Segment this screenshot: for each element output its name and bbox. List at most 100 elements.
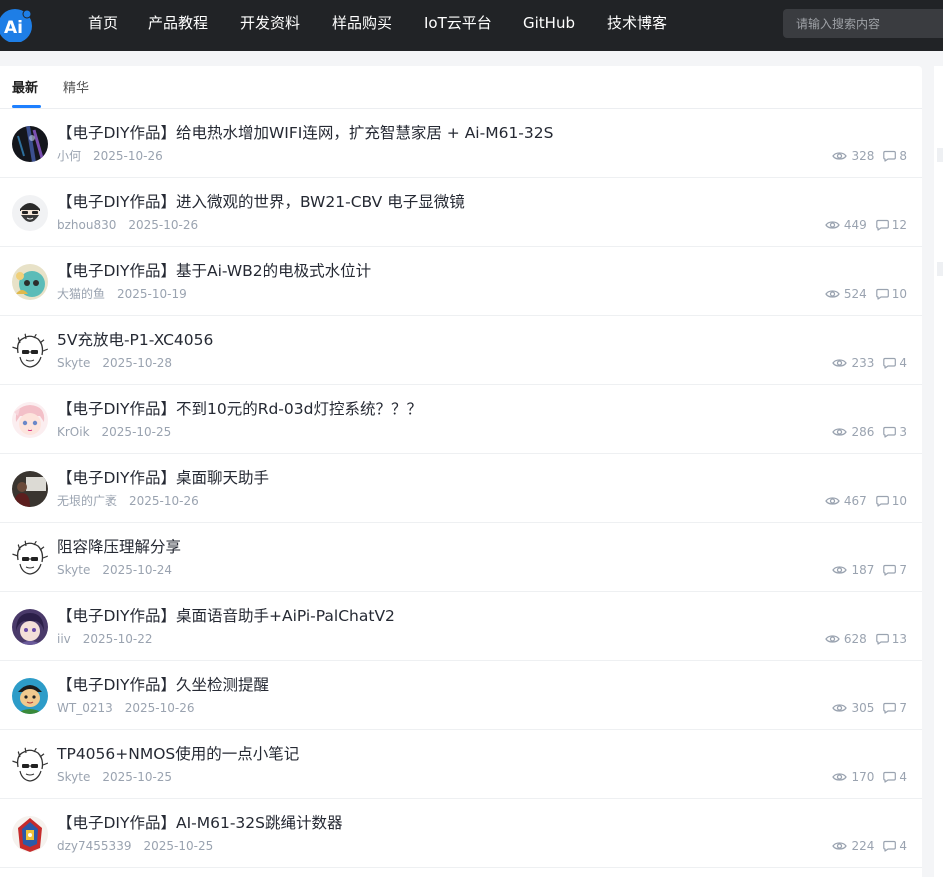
nav-sample-purchase[interactable]: 样品购买 bbox=[332, 13, 392, 33]
avatar-robot-red[interactable] bbox=[12, 816, 48, 852]
post-title[interactable]: 【电子DIY作品】桌面聊天助手 bbox=[57, 467, 269, 489]
post-date: 2025-10-26 bbox=[128, 218, 199, 232]
tab-featured[interactable]: 精华 bbox=[63, 80, 89, 98]
comment-icon bbox=[883, 357, 897, 369]
post-author[interactable]: 无垠的广袤 bbox=[57, 494, 117, 508]
nav-dev-resources[interactable]: 开发资料 bbox=[240, 13, 300, 33]
avatar-green-cartoon[interactable] bbox=[12, 678, 48, 714]
eye-icon bbox=[832, 359, 848, 367]
search-input[interactable] bbox=[783, 9, 943, 38]
post-title[interactable]: 阻容降压理解分享 bbox=[57, 536, 181, 558]
comment-icon bbox=[875, 219, 889, 231]
post-stats: 286 3 bbox=[832, 424, 907, 440]
comment-count: 12 bbox=[875, 217, 907, 233]
nav-home[interactable]: 首页 bbox=[88, 13, 118, 33]
view-count: 328 bbox=[832, 148, 874, 164]
post-date: 2025-10-22 bbox=[82, 632, 153, 646]
post-author[interactable]: 小何 bbox=[57, 149, 81, 163]
post-author[interactable]: KrOik bbox=[57, 425, 90, 439]
avatar-bearded-cartoon[interactable] bbox=[12, 195, 48, 231]
post-meta: WT_0213 2025-10-26 bbox=[57, 700, 194, 716]
post-title[interactable]: TP4056+NMOS使用的一点小笔记 bbox=[57, 743, 299, 765]
post-stats: 449 12 bbox=[825, 217, 907, 233]
post-author[interactable]: bzhou830 bbox=[57, 218, 116, 232]
view-count: 233 bbox=[832, 355, 874, 371]
avatar-sketch-face[interactable] bbox=[12, 747, 48, 783]
post-date: 2025-10-24 bbox=[102, 563, 173, 577]
post-title[interactable]: 【电子DIY作品】久坐检测提醒 bbox=[57, 674, 269, 696]
nav-iot-cloud[interactable]: IoT云平台 bbox=[424, 13, 492, 33]
list-tabs: 最新 精华 bbox=[0, 66, 922, 109]
post-date: 2025-10-25 bbox=[143, 839, 214, 853]
post-row[interactable]: 【电子DIY作品】进入微观的世界，BW21-CBV 电子显微镜 bzhou830… bbox=[0, 178, 922, 247]
tab-latest[interactable]: 最新 bbox=[12, 80, 38, 98]
post-stats: 170 4 bbox=[832, 769, 907, 785]
post-stats: 224 4 bbox=[832, 838, 907, 854]
post-title[interactable]: 【电子DIY作品】进入微观的世界，BW21-CBV 电子显微镜 bbox=[57, 191, 465, 213]
post-row[interactable]: 【电子DIY作品】桌面语音助手+AiPi-PalChatV2 iiv 2025-1… bbox=[0, 592, 922, 661]
post-title[interactable]: 【电子DIY作品】AI-M61-32S跳绳计数器 bbox=[57, 812, 343, 834]
avatar-sketch-face[interactable] bbox=[12, 540, 48, 576]
avatar-sketch-face[interactable] bbox=[12, 333, 48, 369]
avatar-pink-anime[interactable] bbox=[12, 402, 48, 438]
view-count: 170 bbox=[832, 769, 874, 785]
post-row[interactable]: TP4056+NMOS使用的一点小笔记 Skyte 2025-10-25 170 … bbox=[0, 730, 922, 799]
post-title[interactable]: 【电子DIY作品】基于Ai-WB2的电极式水位计 bbox=[57, 260, 371, 282]
eye-icon bbox=[825, 221, 840, 229]
post-title[interactable]: 【电子DIY作品】桌面语音助手+AiPi-PalChatV2 bbox=[57, 605, 395, 627]
post-author[interactable]: 大猫的鱼 bbox=[57, 287, 105, 301]
avatar-purple-anime[interactable] bbox=[12, 609, 48, 645]
eye-icon bbox=[825, 290, 840, 298]
site-logo[interactable]: Ai bbox=[0, 5, 34, 42]
post-row[interactable]: 【电子DIY作品】不到10元的Rd-03d灯控系统？？？ KrOik 2025-1… bbox=[0, 385, 922, 454]
avatar-teal-cartoon[interactable] bbox=[12, 264, 48, 300]
post-author[interactable]: Skyte bbox=[57, 563, 90, 577]
comment-count: 3 bbox=[883, 424, 907, 440]
nav-product-tutorials[interactable]: 产品教程 bbox=[148, 13, 208, 33]
view-count: 628 bbox=[825, 631, 867, 647]
eye-icon bbox=[832, 773, 848, 781]
post-author[interactable]: dzy7455339 bbox=[57, 839, 131, 853]
post-date: 2025-10-28 bbox=[102, 356, 173, 370]
post-row[interactable]: 【电子DIY作品】基于Ai-WB2的电极式水位计 大猫的鱼 2025-10-19 … bbox=[0, 247, 922, 316]
post-title[interactable]: 5V充放电-P1-XC4056 bbox=[57, 329, 213, 351]
post-stats: 187 7 bbox=[832, 562, 907, 578]
comment-count: 10 bbox=[875, 493, 907, 509]
post-row[interactable]: 5V充放电-P1-XC4056 Skyte 2025-10-28 233 4 bbox=[0, 316, 922, 385]
post-title[interactable]: 【电子DIY作品】不到10元的Rd-03d灯控系统？？？ bbox=[57, 398, 422, 420]
post-meta: 无垠的广袤 2025-10-26 bbox=[57, 493, 199, 509]
eye-icon bbox=[832, 842, 848, 850]
post-author[interactable]: Skyte bbox=[57, 770, 90, 784]
avatar-presenter-photo[interactable] bbox=[12, 471, 48, 507]
comment-count: 4 bbox=[883, 355, 907, 371]
avatar-dark-photo[interactable] bbox=[12, 126, 48, 162]
post-list-card: 最新 精华 【电子DIY作品】给电热水增加WIFI连网，扩充智慧家居 + Ai-… bbox=[0, 66, 922, 877]
post-meta: 大猫的鱼 2025-10-19 bbox=[57, 286, 187, 302]
comment-icon bbox=[875, 495, 889, 507]
post-row[interactable]: 【电子DIY作品】桌面聊天助手 无垠的广袤 2025-10-26 467 10 bbox=[0, 454, 922, 523]
view-count: 305 bbox=[832, 700, 874, 716]
post-date: 2025-10-25 bbox=[101, 425, 172, 439]
post-row[interactable]: 【电子DIY作品】久坐检测提醒 WT_0213 2025-10-26 305 7 bbox=[0, 661, 922, 730]
post-stats: 328 8 bbox=[832, 148, 907, 164]
post-row[interactable]: 【电子DIY作品】AI-M61-32S跳绳计数器 dzy7455339 2025-… bbox=[0, 799, 922, 868]
post-author[interactable]: Skyte bbox=[57, 356, 90, 370]
comment-count: 8 bbox=[883, 148, 907, 164]
eye-icon bbox=[832, 428, 848, 436]
comment-count: 10 bbox=[875, 286, 907, 302]
sidebar-edge bbox=[934, 66, 943, 877]
nav-tech-blog[interactable]: 技术博客 bbox=[607, 13, 667, 33]
post-row[interactable]: 【电子DIY作品】给电热水增加WIFI连网，扩充智慧家居 + Ai-M61-32… bbox=[0, 109, 922, 178]
post-row[interactable]: 阻容降压理解分享 Skyte 2025-10-24 187 7 bbox=[0, 523, 922, 592]
post-author[interactable]: WT_0213 bbox=[57, 701, 113, 715]
post-author[interactable]: iiv bbox=[57, 632, 71, 646]
active-tab-indicator bbox=[12, 105, 41, 108]
eye-icon bbox=[825, 497, 840, 505]
post-meta: bzhou830 2025-10-26 bbox=[57, 217, 198, 233]
post-date: 2025-10-26 bbox=[129, 494, 199, 508]
post-date: 2025-10-19 bbox=[117, 287, 187, 301]
top-navbar: Ai 首页 产品教程 开发资料 样品购买 IoT云平台 GitHub 技术博客 bbox=[0, 0, 943, 51]
post-title[interactable]: 【电子DIY作品】给电热水增加WIFI连网，扩充智慧家居 + Ai-M61-32… bbox=[57, 122, 553, 144]
nav-github[interactable]: GitHub bbox=[523, 13, 575, 33]
comment-count: 13 bbox=[875, 631, 907, 647]
